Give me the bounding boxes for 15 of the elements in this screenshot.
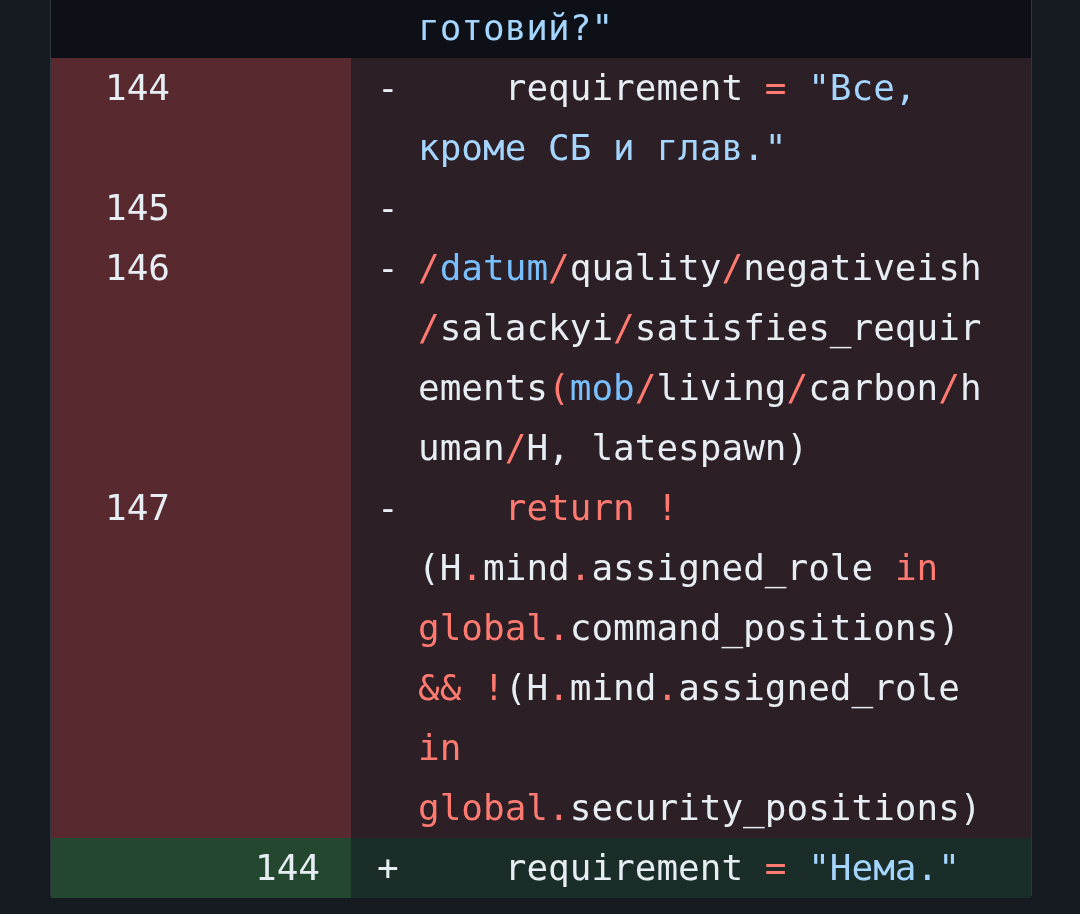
diff-marker: - (377, 67, 399, 108)
code-line: /datum/quality/negativeish /salackyi/satisfies_requirements(mob/living/carbon/human/H, latespawn) (418, 246, 983, 470)
code-line: requirement = "Нема." (503, 846, 961, 890)
diff-marker: - (377, 487, 399, 528)
line-number: 146 (51, 238, 201, 478)
code-line: requirement = "Все, кроме СБ и глав." (418, 66, 918, 170)
line-number: 145 (51, 178, 201, 238)
diff-marker: - (377, 187, 399, 228)
line-number: 144 (51, 58, 201, 178)
line-number: 144 (201, 838, 351, 898)
diff-marker: - (377, 247, 399, 288)
diff-marker: + (377, 847, 399, 888)
line-number: 147 (51, 478, 201, 838)
code-line: return ! (H.mind.assigned_role in global.command_positions) && !(H.mind.assigned_role in global.security_positions) (418, 486, 983, 831)
code-line: готовий?" (418, 6, 615, 50)
